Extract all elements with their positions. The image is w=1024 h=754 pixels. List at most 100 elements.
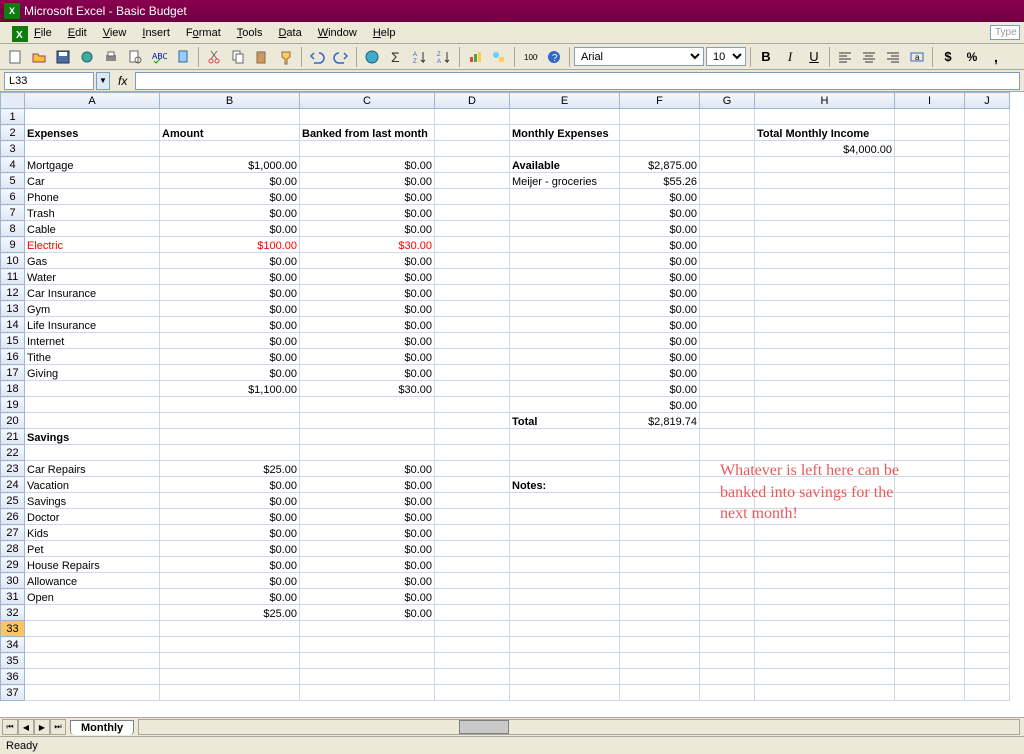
cell[interactable] bbox=[700, 573, 755, 589]
cell[interactable] bbox=[895, 573, 965, 589]
cell[interactable] bbox=[965, 141, 1010, 157]
cell[interactable] bbox=[435, 445, 510, 461]
cell[interactable] bbox=[300, 109, 435, 125]
cell[interactable] bbox=[700, 397, 755, 413]
cell[interactable] bbox=[510, 381, 620, 397]
cell[interactable]: $0.00 bbox=[160, 333, 300, 349]
cell[interactable] bbox=[435, 173, 510, 189]
cell[interactable] bbox=[510, 685, 620, 701]
cell[interactable] bbox=[700, 637, 755, 653]
row-header[interactable]: 14 bbox=[1, 317, 25, 333]
cell[interactable]: Vacation bbox=[25, 477, 160, 493]
cell[interactable] bbox=[965, 397, 1010, 413]
cell[interactable]: $0.00 bbox=[160, 365, 300, 381]
cell[interactable] bbox=[160, 397, 300, 413]
row-header[interactable]: 23 bbox=[1, 461, 25, 477]
cell[interactable] bbox=[300, 397, 435, 413]
cell[interactable] bbox=[435, 637, 510, 653]
research-icon[interactable] bbox=[172, 46, 194, 68]
cell[interactable] bbox=[895, 285, 965, 301]
cell[interactable] bbox=[25, 605, 160, 621]
spelling-icon[interactable]: ABC bbox=[148, 46, 170, 68]
cell[interactable]: Total bbox=[510, 413, 620, 429]
cell[interactable] bbox=[755, 397, 895, 413]
cell[interactable]: Available bbox=[510, 157, 620, 173]
cell[interactable] bbox=[620, 605, 700, 621]
sort-desc-icon[interactable]: ZA bbox=[433, 46, 455, 68]
cell[interactable] bbox=[160, 445, 300, 461]
cell[interactable] bbox=[895, 109, 965, 125]
cell[interactable]: $0.00 bbox=[620, 333, 700, 349]
cell[interactable] bbox=[755, 333, 895, 349]
cell[interactable] bbox=[755, 605, 895, 621]
cell[interactable]: $25.00 bbox=[160, 605, 300, 621]
cell[interactable]: $0.00 bbox=[300, 589, 435, 605]
cell[interactable]: Savings bbox=[25, 429, 160, 445]
cell[interactable] bbox=[965, 461, 1010, 477]
cell[interactable] bbox=[160, 109, 300, 125]
cell[interactable] bbox=[700, 589, 755, 605]
cell[interactable] bbox=[510, 189, 620, 205]
cell[interactable] bbox=[300, 445, 435, 461]
row-header[interactable]: 32 bbox=[1, 605, 25, 621]
cell[interactable] bbox=[895, 205, 965, 221]
cell[interactable] bbox=[700, 141, 755, 157]
cell[interactable]: $0.00 bbox=[300, 541, 435, 557]
cell[interactable]: $0.00 bbox=[300, 477, 435, 493]
menu-window[interactable]: Window bbox=[310, 25, 365, 41]
comma-icon[interactable]: , bbox=[985, 46, 1007, 68]
cell[interactable]: $0.00 bbox=[160, 285, 300, 301]
open-icon[interactable] bbox=[28, 46, 50, 68]
cell[interactable] bbox=[700, 317, 755, 333]
cell[interactable]: $0.00 bbox=[160, 477, 300, 493]
cell[interactable] bbox=[755, 429, 895, 445]
cell[interactable]: $0.00 bbox=[620, 189, 700, 205]
cell[interactable] bbox=[895, 397, 965, 413]
cell[interactable] bbox=[620, 125, 700, 141]
cell[interactable] bbox=[700, 189, 755, 205]
cell[interactable] bbox=[620, 445, 700, 461]
cell[interactable] bbox=[510, 269, 620, 285]
autosum-icon[interactable]: Σ bbox=[385, 46, 407, 68]
cell[interactable]: $0.00 bbox=[620, 365, 700, 381]
cell[interactable] bbox=[435, 541, 510, 557]
cell[interactable]: $0.00 bbox=[160, 525, 300, 541]
cell[interactable] bbox=[965, 621, 1010, 637]
chart-icon[interactable] bbox=[464, 46, 486, 68]
cell[interactable] bbox=[435, 221, 510, 237]
cell[interactable]: $30.00 bbox=[300, 381, 435, 397]
cell[interactable]: $0.00 bbox=[620, 301, 700, 317]
row-header[interactable]: 21 bbox=[1, 429, 25, 445]
cell[interactable] bbox=[700, 669, 755, 685]
cell[interactable] bbox=[965, 125, 1010, 141]
cell[interactable] bbox=[700, 541, 755, 557]
cell[interactable] bbox=[700, 253, 755, 269]
merge-icon[interactable]: a bbox=[906, 46, 928, 68]
cell[interactable] bbox=[620, 429, 700, 445]
cell[interactable] bbox=[965, 157, 1010, 173]
cell[interactable] bbox=[755, 573, 895, 589]
cell[interactable]: Phone bbox=[25, 189, 160, 205]
cell[interactable]: Water bbox=[25, 269, 160, 285]
cell[interactable] bbox=[895, 525, 965, 541]
cell[interactable]: $0.00 bbox=[160, 173, 300, 189]
tab-next-icon[interactable]: ▶ bbox=[34, 719, 50, 735]
cell[interactable] bbox=[510, 669, 620, 685]
cell[interactable] bbox=[895, 237, 965, 253]
spreadsheet-grid[interactable]: ABCDEFGHIJ 12ExpensesAmountBanked from l… bbox=[0, 92, 1024, 717]
cell[interactable] bbox=[700, 109, 755, 125]
cell[interactable]: $0.00 bbox=[160, 269, 300, 285]
save-icon[interactable] bbox=[52, 46, 74, 68]
cell[interactable] bbox=[965, 653, 1010, 669]
row-header[interactable]: 3 bbox=[1, 141, 25, 157]
row-header[interactable]: 36 bbox=[1, 669, 25, 685]
row-header[interactable]: 10 bbox=[1, 253, 25, 269]
cell[interactable]: Notes: bbox=[510, 477, 620, 493]
col-header-F[interactable]: F bbox=[620, 93, 700, 109]
cell[interactable] bbox=[895, 301, 965, 317]
cell[interactable]: $2,875.00 bbox=[620, 157, 700, 173]
cell[interactable] bbox=[895, 125, 965, 141]
cell[interactable] bbox=[965, 253, 1010, 269]
cell[interactable] bbox=[965, 637, 1010, 653]
cell[interactable] bbox=[510, 621, 620, 637]
